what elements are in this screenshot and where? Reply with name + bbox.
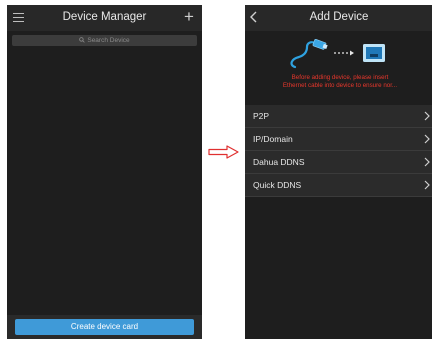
option-quick-ddns[interactable]: Quick DDNS [245, 174, 432, 197]
chevron-right-icon [424, 111, 430, 121]
option-ip-domain[interactable]: IP/Domain [245, 128, 432, 151]
chevron-right-icon [424, 157, 430, 167]
option-label: IP/Domain [253, 134, 293, 144]
option-p2p[interactable]: P2P [245, 105, 432, 128]
ethernet-cable-illustration [290, 38, 385, 69]
option-dahua-ddns[interactable]: Dahua DDNS [245, 151, 432, 174]
device-manager-header: Device Manager + [7, 5, 202, 31]
search-icon [79, 37, 86, 43]
bottom-bar: Create device card [7, 315, 202, 339]
arrow-right-icon [208, 145, 239, 159]
search-input[interactable]: Search Device [12, 35, 197, 46]
option-label: Dahua DDNS [253, 157, 305, 167]
add-icon[interactable]: + [181, 8, 197, 26]
add-device-header: Add Device [245, 5, 432, 31]
option-label: P2P [253, 111, 270, 121]
create-device-card-button[interactable]: Create device card [15, 319, 194, 335]
chevron-right-icon [424, 180, 430, 190]
page-title: Add Device [309, 11, 369, 23]
ethernet-warning-text: Before adding device, please insert Ethe… [282, 74, 398, 89]
chevron-right-icon [424, 134, 430, 144]
page-title: Device Manager [62, 11, 147, 23]
device-manager-screen: Device Manager + Search Device Create de… [7, 5, 202, 339]
option-label: Quick DDNS [253, 180, 302, 190]
search-placeholder: Search Device [87, 37, 130, 44]
add-device-screen: Add Device Before adding device, please … [245, 5, 432, 339]
add-method-list: P2P IP/Domain Dahua DDNS Quick DDNS [245, 105, 432, 197]
